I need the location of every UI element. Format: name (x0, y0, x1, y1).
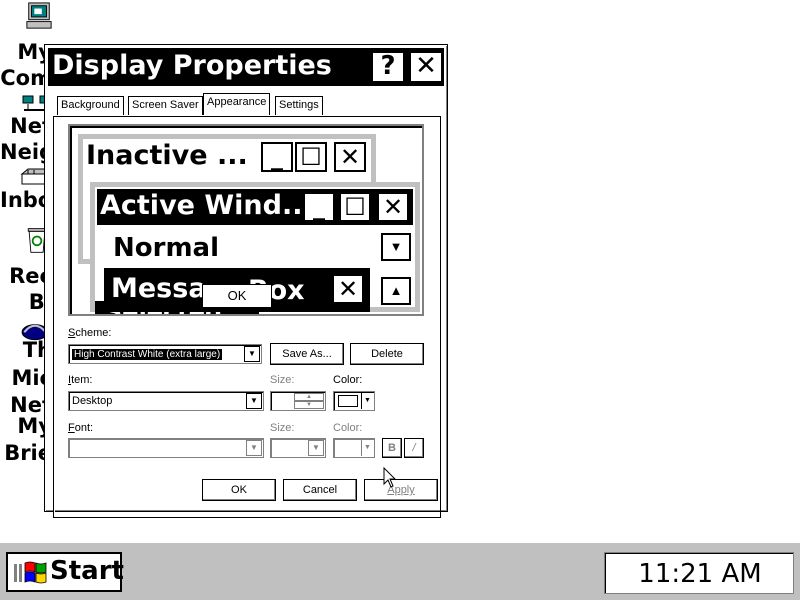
font-size-select[interactable]: ▼ (270, 438, 326, 458)
item-select-value: Desktop (72, 395, 113, 407)
color-swatch (338, 395, 358, 407)
preview-scroll-up-icon: ▲ (381, 277, 411, 305)
preview-minimize-icon: _ (261, 142, 293, 172)
taskbar: Start 11:21 AM (0, 541, 800, 600)
preview-close-icon: ✕ (377, 192, 409, 222)
preview-message-box: Messa Box ✕ OK (104, 268, 370, 312)
italic-button[interactable]: / (404, 438, 424, 458)
scheme-label-text: cheme: (75, 327, 112, 339)
delete-button[interactable]: Delete (350, 343, 424, 365)
tab-screen-saver[interactable]: Screen Saver (128, 96, 203, 115)
preview-maximize-icon: ☐ (339, 192, 371, 222)
item-color-label: Color: (333, 374, 363, 386)
font-color-label: Color: (333, 422, 363, 434)
preview-maximize-icon: ☐ (295, 142, 327, 172)
scheme-label: Scheme: (68, 327, 111, 339)
help-icon: ? (380, 51, 396, 81)
font-label-accel: F (68, 422, 75, 434)
tab-appearance[interactable]: Appearance (203, 93, 271, 115)
scheme-select-value: High Contrast White (extra large) (72, 349, 223, 360)
preview-normal-text: Normal (113, 233, 219, 263)
start-button[interactable]: Start (6, 552, 124, 592)
preview-inactive-title-text: Inactive ... (86, 140, 248, 171)
preview-minimize-icon: _ (303, 192, 335, 222)
taskbar-clock[interactable]: 11:21 AM (605, 559, 795, 589)
cancel-button[interactable]: Cancel (283, 479, 357, 501)
item-size-spinner[interactable]: ▲ ▼ (270, 391, 326, 411)
save-as-button[interactable]: Save As... (270, 343, 344, 365)
spin-up-icon[interactable]: ▲ (294, 393, 324, 401)
tab-settings[interactable]: Settings (275, 96, 323, 115)
ok-button[interactable]: OK (202, 479, 276, 501)
font-label: Font: (68, 422, 93, 434)
preview-scroll-down-icon: ▼ (381, 233, 411, 261)
preview-ok-button: OK (202, 284, 272, 308)
preview-close-icon: ✕ (334, 142, 366, 172)
item-color-picker[interactable]: ▼ (333, 391, 375, 411)
apply-button[interactable]: Apply (364, 479, 438, 501)
chevron-down-icon[interactable]: ▼ (308, 440, 324, 456)
help-button[interactable]: ? (371, 51, 405, 83)
scheme-select[interactable]: High Contrast White (extra large) ▼ (68, 344, 262, 364)
chevron-down-icon[interactable]: ▼ (361, 393, 373, 409)
font-size-label: Size: (270, 422, 295, 434)
chevron-down-icon[interactable]: ▼ (244, 346, 260, 362)
item-label: Item: (68, 374, 92, 386)
bold-button[interactable]: B (382, 438, 402, 458)
preview-message-close-icon: ✕ (332, 274, 364, 304)
chevron-down-icon[interactable]: ▼ (246, 440, 262, 456)
start-label: Start (50, 556, 124, 586)
preview-active-title-text: Active Wind... (100, 190, 313, 221)
mouse-cursor-icon (383, 467, 397, 488)
spin-down-icon[interactable]: ▼ (294, 401, 324, 409)
font-label-text: ont: (74, 422, 94, 434)
system-tray: 11:21 AM (604, 552, 794, 594)
item-size-label: Size: (270, 374, 295, 386)
windows-logo-icon (14, 561, 47, 584)
item-label-text: tem: (71, 374, 93, 386)
dialog-title-bar[interactable]: Display Properties ? ✕ (48, 48, 444, 86)
scheme-preview[interactable]: Inactive ... _ ☐ ✕ Active Wind... _ ☐ ✕ … (68, 124, 424, 316)
item-select[interactable]: Desktop ▼ (68, 391, 264, 411)
computer-icon (26, 2, 52, 29)
preview-inactive-title: Inactive ... (83, 139, 371, 175)
tab-background[interactable]: Background (57, 96, 124, 115)
dialog-title: Display Properties (52, 50, 332, 81)
preview-message-title-text: Messa (111, 273, 207, 304)
font-color-picker[interactable]: ▼ (333, 438, 375, 458)
chevron-down-icon[interactable]: ▼ (246, 393, 262, 409)
close-button[interactable]: ✕ (409, 51, 443, 83)
font-select[interactable]: ▼ (68, 438, 264, 458)
chevron-down-icon[interactable]: ▼ (361, 440, 373, 456)
close-icon: ✕ (415, 51, 437, 81)
